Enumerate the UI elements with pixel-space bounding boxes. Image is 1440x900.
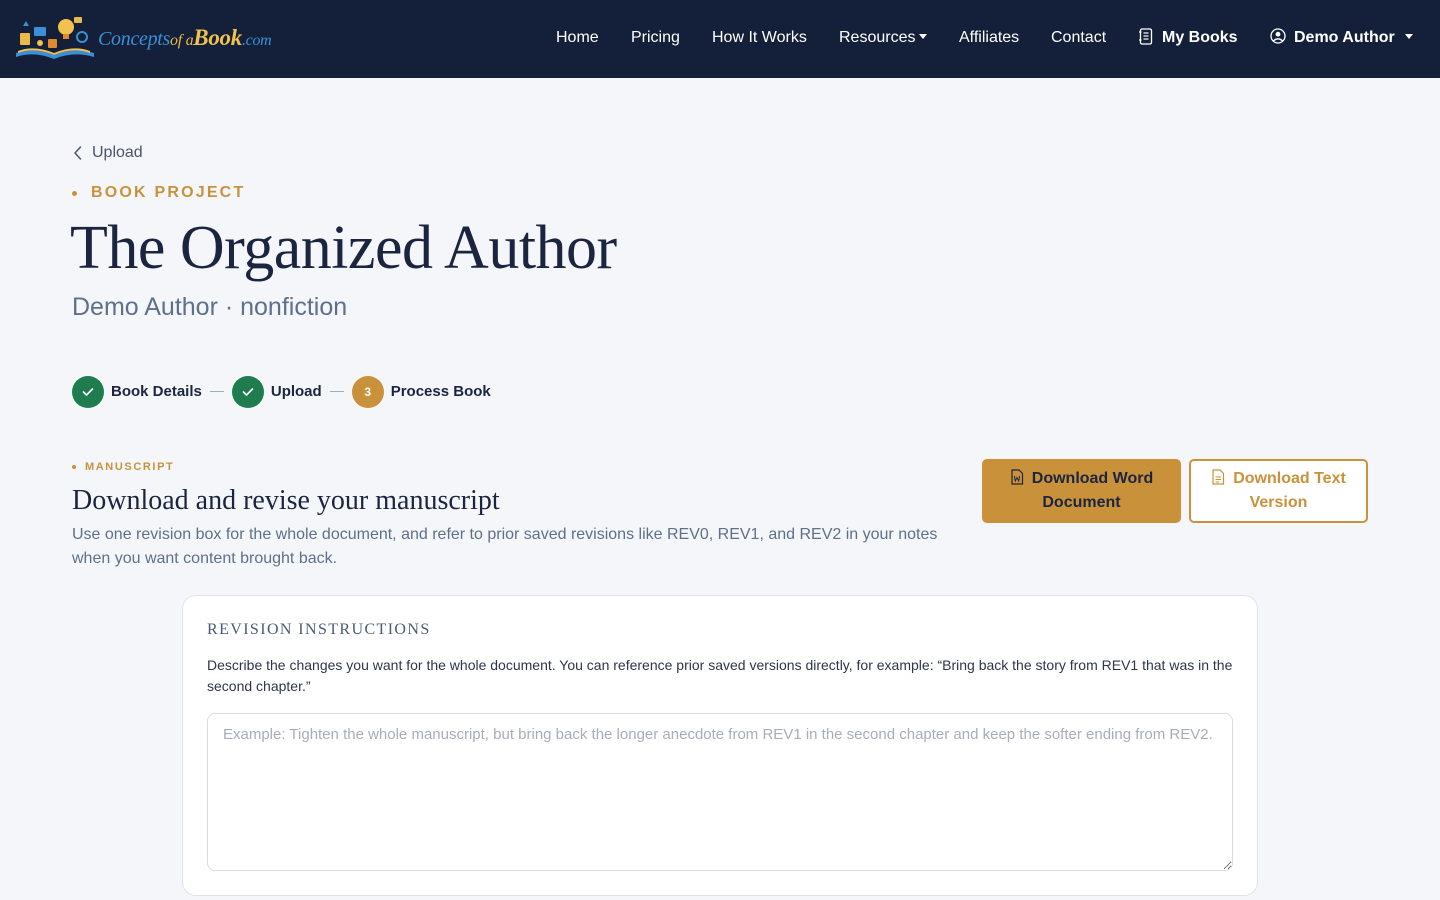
nav-contact[interactable]: Contact	[1051, 28, 1106, 48]
chevron-down-icon	[1404, 34, 1413, 40]
nav-home[interactable]: Home	[556, 28, 599, 48]
nav-resources-dropdown[interactable]: Resources	[839, 28, 928, 48]
download-text-button[interactable]: Download Text Version	[1189, 459, 1368, 523]
logo-text-book: Book	[193, 25, 242, 50]
person-circle-icon	[1270, 28, 1286, 44]
user-menu-dropdown[interactable]: Demo Author	[1270, 28, 1413, 48]
nav-affiliates[interactable]: Affiliates	[959, 28, 1019, 48]
page-title: The Organized Author	[70, 214, 617, 282]
nav-resources-label: Resources	[839, 29, 916, 46]
word-file-icon	[1011, 469, 1023, 485]
download-text-label: Download Text Version	[1233, 470, 1346, 511]
chevron-down-icon	[919, 34, 928, 40]
check-icon	[231, 375, 264, 408]
logo-text-of-a: of a	[170, 32, 194, 49]
revision-card: REVISION INSTRUCTIONS Describe the chang…	[182, 595, 1258, 896]
step-divider	[209, 391, 224, 392]
page-subtitle: Demo Author · nonfiction	[72, 293, 348, 321]
manuscript-eyebrow-label: MANUSCRIPT	[85, 461, 175, 473]
revision-instructions-input[interactable]	[207, 713, 1233, 871]
bullet-dot-icon	[72, 465, 76, 469]
logo-text: Conceptsof aBook.com	[98, 25, 272, 51]
section-eyebrow: BOOK PROJECT	[72, 184, 245, 202]
nav-pricing[interactable]: Pricing	[631, 28, 680, 48]
manuscript-heading: Download and revise your manuscript	[72, 485, 500, 516]
nav-my-books-label: My Books	[1162, 29, 1238, 46]
step-divider	[329, 391, 344, 392]
step-book-details[interactable]: Book Details	[111, 383, 202, 400]
logo-text-concepts: Concepts	[98, 28, 171, 50]
download-word-label: Download Word Document	[1031, 470, 1154, 511]
navbar: Conceptsof aBook.com Home Pricing How It…	[0, 0, 1440, 78]
revision-card-title: REVISION INSTRUCTIONS	[207, 621, 431, 638]
check-icon	[72, 375, 104, 408]
user-name-label: Demo Author	[1294, 29, 1395, 46]
nav-how-it-works[interactable]: How It Works	[712, 28, 807, 48]
back-link[interactable]: Upload	[72, 144, 143, 162]
bullet-dot-icon	[72, 190, 77, 196]
chevron-left-icon	[74, 146, 82, 160]
text-file-icon	[1212, 469, 1225, 485]
step-upload[interactable]: Upload	[271, 383, 322, 400]
logo-text-com: .com	[241, 32, 272, 49]
step-number-badge: 3	[351, 375, 384, 408]
journal-icon	[1139, 28, 1153, 45]
book-logo-icon	[12, 13, 98, 63]
nav-my-books[interactable]: My Books	[1138, 28, 1238, 48]
revision-card-description: Describe the changes you want for the wh…	[207, 657, 1233, 694]
manuscript-eyebrow: MANUSCRIPT	[72, 461, 174, 473]
manuscript-description: Use one revision box for the whole docum…	[72, 526, 938, 567]
site-logo[interactable]: Conceptsof aBook.com	[12, 12, 274, 64]
eyebrow-label: BOOK PROJECT	[91, 184, 246, 201]
step-process-book: Process Book	[390, 383, 491, 400]
progress-stepper: Book Details Upload 3 Process Book	[72, 375, 491, 408]
download-word-button[interactable]: Download Word Document	[982, 459, 1181, 523]
back-link-label: Upload	[92, 144, 143, 161]
